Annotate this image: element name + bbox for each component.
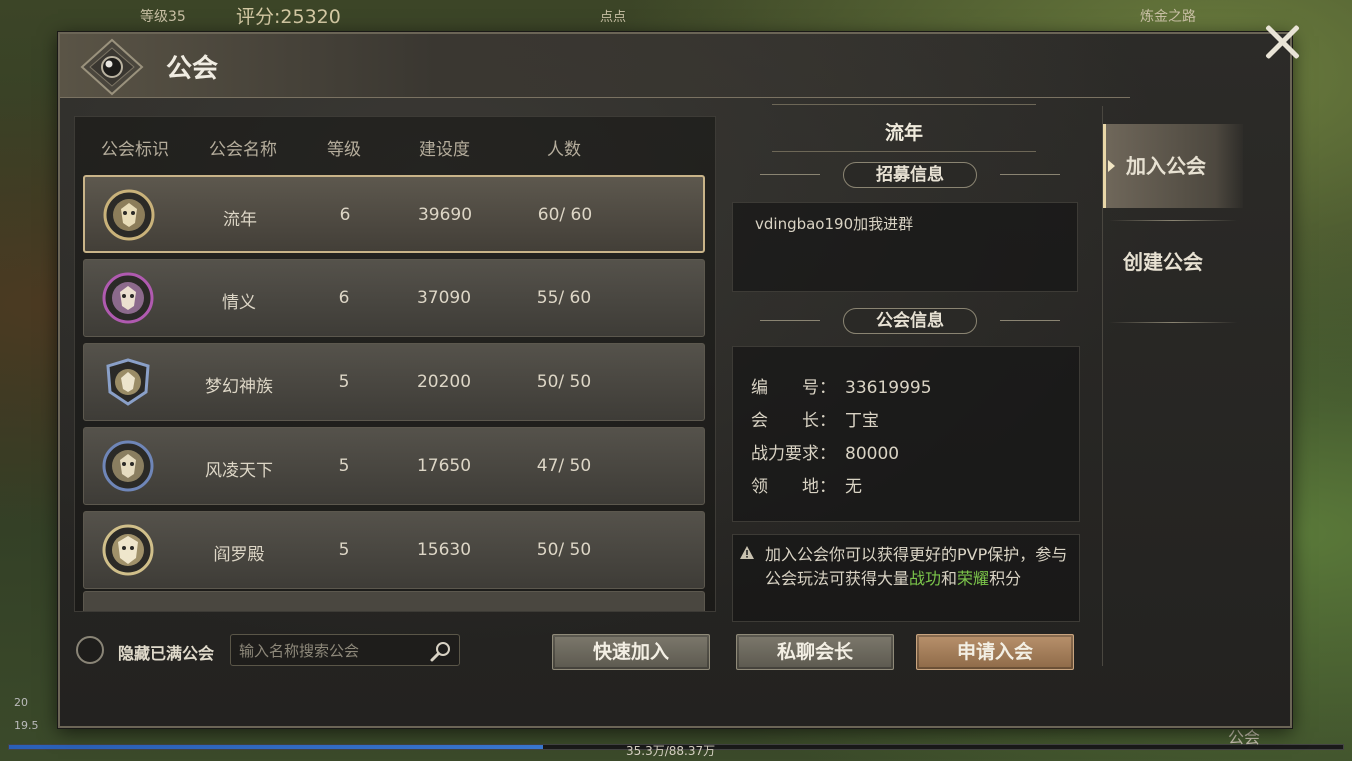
guild-build: 20200: [416, 372, 472, 392]
guild-name: 阎罗殿: [213, 545, 265, 565]
header-badge: 公会标识: [101, 140, 169, 160]
guild-build: 37090: [416, 288, 472, 308]
notice-box: 加入公会你可以获得更好的PVP保护，参与公会玩法可获得大量战功和荣耀积分: [732, 534, 1080, 622]
info-key: 领 地：: [751, 477, 836, 497]
guild-row[interactable]: 风凌天下 5 17650 47/ 50: [83, 427, 705, 505]
info-row-id: 编 号： 33619995: [751, 373, 932, 398]
device-status: 20 19.5: [14, 696, 39, 732]
guild-build: 39690: [417, 205, 473, 225]
notice-part: 积分: [989, 569, 1022, 588]
guild-window: 公会 公会标识 公会名称 等级 建设度 人数 流年 6 39690 60/ 60…: [58, 32, 1292, 728]
guild-build: 17650: [416, 456, 472, 476]
guild-badge-icon: [102, 524, 154, 576]
notice-text: 加入公会你可以获得更好的PVP保护，参与公会玩法可获得大量战功和荣耀积分: [765, 543, 1071, 591]
guild-name: 情义: [222, 293, 256, 313]
exp-bar-fill: [9, 745, 543, 749]
guild-badge-icon: [102, 440, 154, 492]
apply-join-button[interactable]: 申请入会: [916, 634, 1074, 670]
info-key: 会 长：: [751, 411, 836, 431]
search-input[interactable]: [239, 639, 419, 663]
hud-level: 等级35: [140, 9, 186, 25]
notice-highlight: 战功: [909, 569, 942, 588]
guild-members: 47/ 50: [536, 456, 592, 476]
recruit-text: vdingbao190加我进群: [755, 215, 914, 233]
info-key: 战力要求：: [751, 444, 836, 464]
guild-members: 60/ 60: [537, 205, 593, 225]
guild-badge-icon: [103, 189, 155, 241]
info-row-territory: 领 地： 无: [751, 472, 862, 497]
guild-emblem-icon: [80, 38, 144, 96]
recruit-box: vdingbao190加我进群: [732, 202, 1078, 292]
info-value: 丁宝: [845, 411, 879, 431]
notice-part: 和: [941, 569, 958, 588]
info-value: 无: [845, 477, 862, 497]
close-icon[interactable]: [1262, 22, 1302, 62]
warning-icon: [740, 546, 754, 559]
side-tabs: 加入公会 创建公会: [1102, 106, 1252, 666]
window-header: 公会: [60, 34, 1130, 98]
guild-level: 5: [338, 372, 350, 392]
info-value: 33619995: [845, 378, 932, 398]
tab-join-guild[interactable]: 加入公会: [1103, 124, 1243, 208]
guild-members: 50/ 50: [536, 540, 592, 560]
guild-level: 6: [338, 288, 350, 308]
hide-full-checkbox[interactable]: [76, 636, 104, 664]
list-header: 公会标识 公会名称 等级 建设度 人数: [75, 135, 715, 184]
window-title: 公会: [166, 54, 219, 84]
selected-guild-name: 流年: [884, 122, 923, 144]
hide-full-label: 隐藏已满公会: [118, 644, 215, 663]
hud-quest-title: 炼金之路: [1140, 9, 1196, 25]
exp-text: 35.3万/88.37万: [626, 744, 716, 758]
guild-level: 5: [338, 456, 350, 476]
info-section-header: 公会信息: [760, 308, 1060, 334]
quick-join-button[interactable]: 快速加入: [552, 634, 710, 670]
guild-members: 55/ 60: [536, 288, 592, 308]
tab-create-guild[interactable]: 创建公会: [1103, 220, 1243, 304]
guild-row-partial[interactable]: [83, 591, 705, 611]
info-row-power: 战力要求： 80000: [751, 439, 899, 464]
guild-name: 风凌天下: [205, 461, 273, 481]
guild-build: 15630: [416, 540, 472, 560]
header-level: 等级: [327, 140, 361, 160]
hud-player-name: 点点: [600, 10, 627, 25]
guild-row[interactable]: 流年 6 39690 60/ 60: [83, 175, 705, 253]
header-name: 公会名称: [209, 140, 277, 160]
guild-level: 5: [338, 540, 350, 560]
guild-name: 流年: [223, 210, 257, 230]
guild-level: 6: [339, 205, 351, 225]
header-build: 建设度: [419, 140, 470, 160]
device-network: 19.5: [14, 719, 39, 732]
info-title: 公会信息: [843, 308, 977, 334]
info-row-leader: 会 长： 丁宝: [751, 406, 879, 431]
recruit-section-header: 招募信息: [760, 162, 1060, 188]
search-icon[interactable]: [429, 639, 453, 663]
guild-name: 梦幻神族: [205, 377, 273, 397]
notice-highlight: 荣耀: [957, 569, 990, 588]
header-members: 人数: [547, 140, 581, 160]
guild-info-box: 编 号： 33619995 会 长： 丁宝 战力要求： 80000 领 地： 无: [732, 346, 1080, 522]
info-key: 编 号：: [751, 378, 836, 398]
hud-score: 评分:25320: [236, 6, 341, 28]
guild-members: 50/ 50: [536, 372, 592, 392]
guild-row[interactable]: 阎罗殿 5 15630 50/ 50: [83, 511, 705, 589]
guild-row[interactable]: 情义 6 37090 55/ 60: [83, 259, 705, 337]
info-value: 80000: [845, 444, 900, 464]
private-chat-button[interactable]: 私聊会长: [736, 634, 894, 670]
search-box: [230, 634, 460, 666]
recruit-title: 招募信息: [843, 162, 977, 188]
guild-row[interactable]: 梦幻神族 5 20200 50/ 50: [83, 343, 705, 421]
device-time: 20: [14, 696, 28, 709]
guild-badge-icon: [106, 358, 150, 406]
guild-list-panel: 公会标识 公会名称 等级 建设度 人数 流年 6 39690 60/ 60 情义…: [74, 116, 716, 612]
guild-badge-icon: [102, 272, 154, 324]
tab-divider: [1109, 322, 1237, 323]
